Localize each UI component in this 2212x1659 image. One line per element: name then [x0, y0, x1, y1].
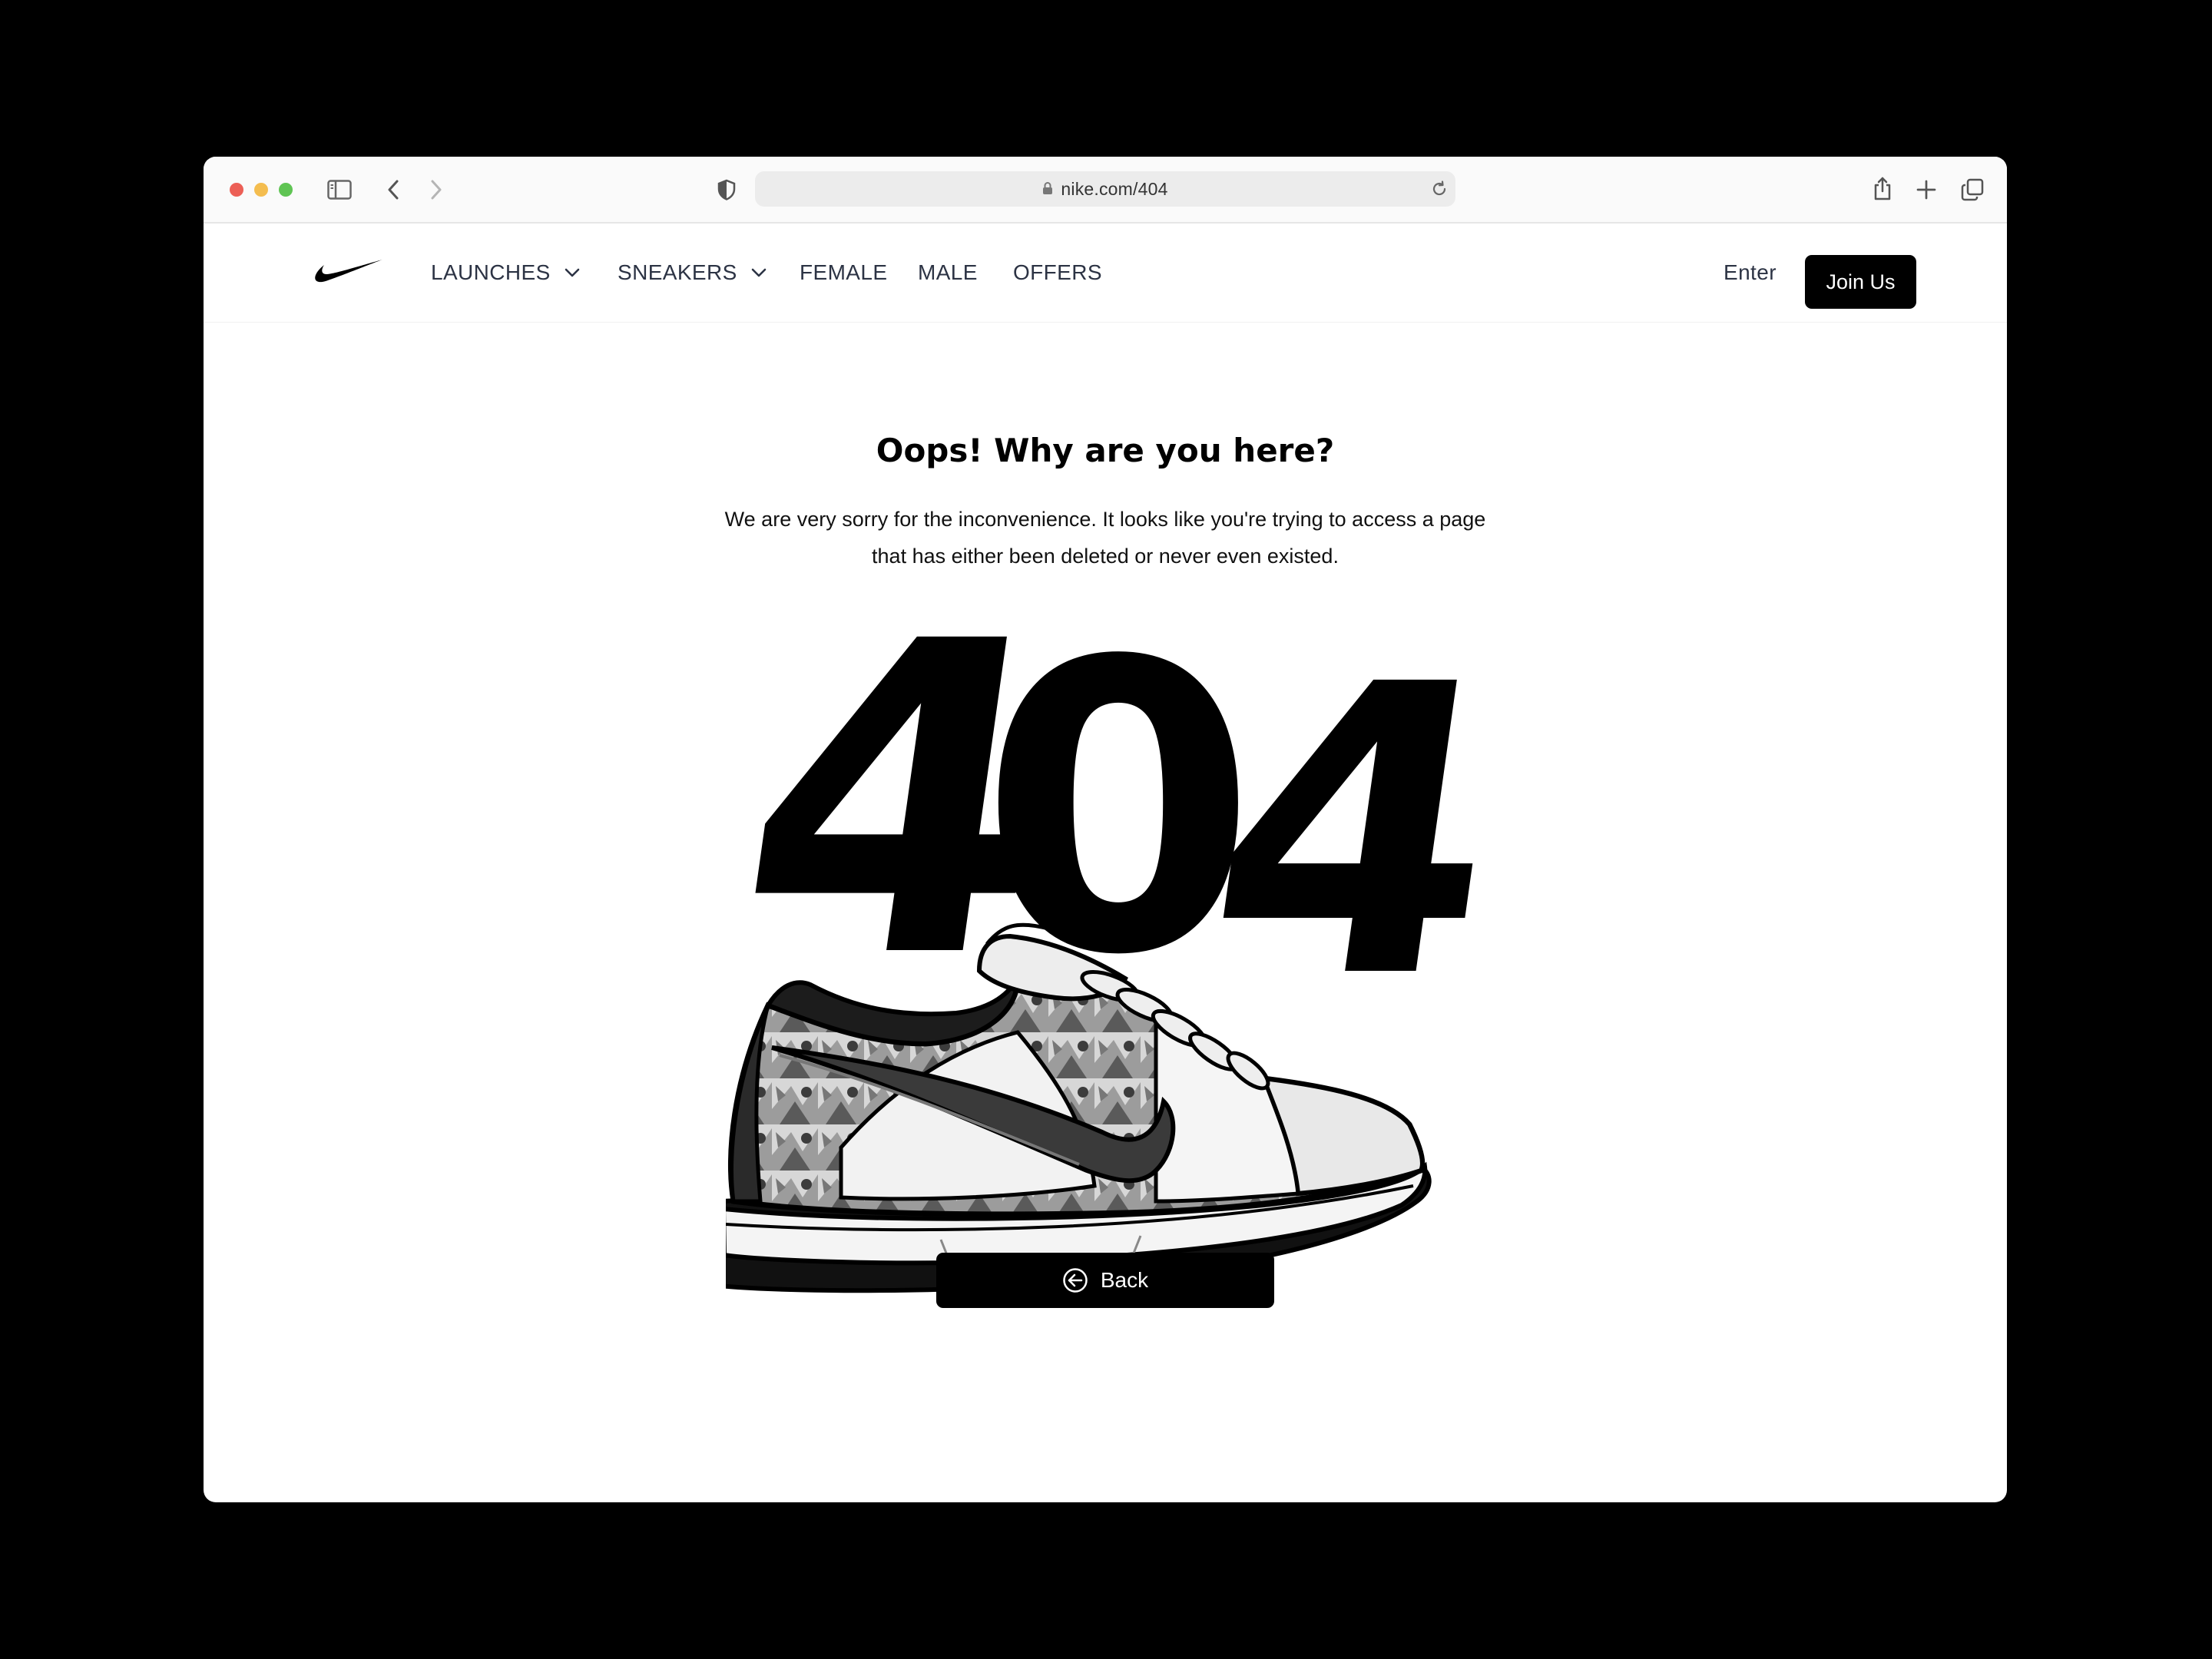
back-button-label: Back [1100, 1268, 1149, 1292]
page-title: Oops! Why are you here? [876, 432, 1335, 469]
url-bar[interactable]: nike.com/404 [755, 171, 1455, 207]
url-text: nike.com/404 [755, 171, 1455, 207]
nav-item-label: LAUNCHES [431, 260, 551, 284]
nav-item-offers[interactable]: OFFERS [1013, 224, 1102, 322]
chevron-down-icon [751, 268, 767, 277]
sidebar-icon[interactable] [326, 177, 353, 203]
shield-icon[interactable] [714, 177, 740, 203]
nav-item-launches[interactable]: LAUNCHES [431, 224, 580, 322]
minimize-window-button[interactable] [254, 183, 268, 197]
nav-item-female[interactable]: FEMALE [800, 224, 887, 322]
zoom-window-button[interactable] [279, 183, 293, 197]
reload-icon[interactable] [1431, 180, 1448, 201]
browser-window: nike.com/404 LAUNCHES SNEAKERS FEMALE MA… [204, 157, 2007, 1502]
arrow-left-circle-icon [1063, 1268, 1088, 1293]
chevron-down-icon [565, 268, 579, 277]
browser-titlebar: nike.com/404 [204, 157, 2007, 224]
nav-item-label: OFFERS [1013, 260, 1102, 284]
error-illustration: 4 0 4 [714, 551, 1528, 1309]
back-arrow-icon[interactable] [380, 177, 406, 203]
lock-icon [1042, 171, 1053, 207]
back-button[interactable]: Back [936, 1253, 1274, 1308]
tabs-icon[interactable] [1959, 177, 1985, 203]
url-value: nike.com/404 [1061, 179, 1168, 199]
description-line-1: We are very sorry for the inconvenience.… [724, 508, 1486, 531]
site-navbar: LAUNCHES SNEAKERS FEMALE MALE OFFERS Ent… [204, 224, 2007, 323]
plus-icon[interactable] [1913, 177, 1939, 203]
nav-item-sneakers[interactable]: SNEAKERS [618, 224, 767, 322]
nav-item-label: FEMALE [800, 260, 888, 284]
forward-arrow-icon[interactable] [423, 177, 449, 203]
nike-swoosh-logo[interactable] [314, 259, 383, 287]
close-window-button[interactable] [230, 183, 243, 197]
enter-link[interactable]: Enter [1724, 224, 1777, 322]
nav-item-label: MALE [918, 260, 978, 284]
share-icon[interactable] [1869, 174, 1896, 204]
sneaker-illustration [726, 922, 1432, 1293]
nav-item-label: SNEAKERS [618, 260, 737, 284]
nav-item-male[interactable]: MALE [918, 224, 978, 322]
join-us-button[interactable]: Join Us [1805, 255, 1916, 309]
